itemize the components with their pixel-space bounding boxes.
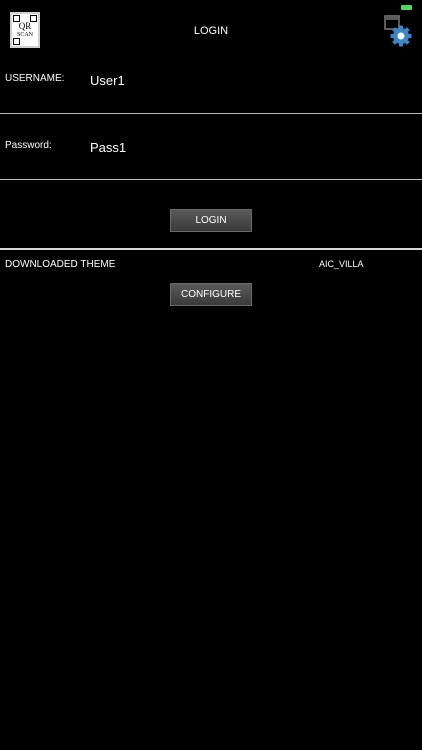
- password-input[interactable]: [90, 140, 390, 156]
- divider: [0, 113, 422, 114]
- qr-corner-mark: [13, 15, 20, 22]
- username-input[interactable]: [90, 73, 390, 89]
- settings-gear-icon[interactable]: [383, 15, 413, 47]
- username-label: USERNAME:: [5, 73, 65, 84]
- page-title: LOGIN: [193, 25, 229, 37]
- divider: [0, 248, 422, 250]
- divider: [0, 179, 422, 180]
- downloaded-theme-label: DOWNLOADED THEME: [5, 259, 116, 270]
- qr-corner-mark: [13, 38, 20, 45]
- battery-indicator: [401, 5, 412, 10]
- configure-button[interactable]: CONFIGURE: [170, 283, 252, 306]
- downloaded-theme-value: AIC_VILLA: [319, 259, 364, 269]
- qr-corner-mark: [30, 15, 37, 22]
- password-label: Password:: [5, 140, 52, 151]
- login-button[interactable]: LOGIN: [170, 209, 252, 232]
